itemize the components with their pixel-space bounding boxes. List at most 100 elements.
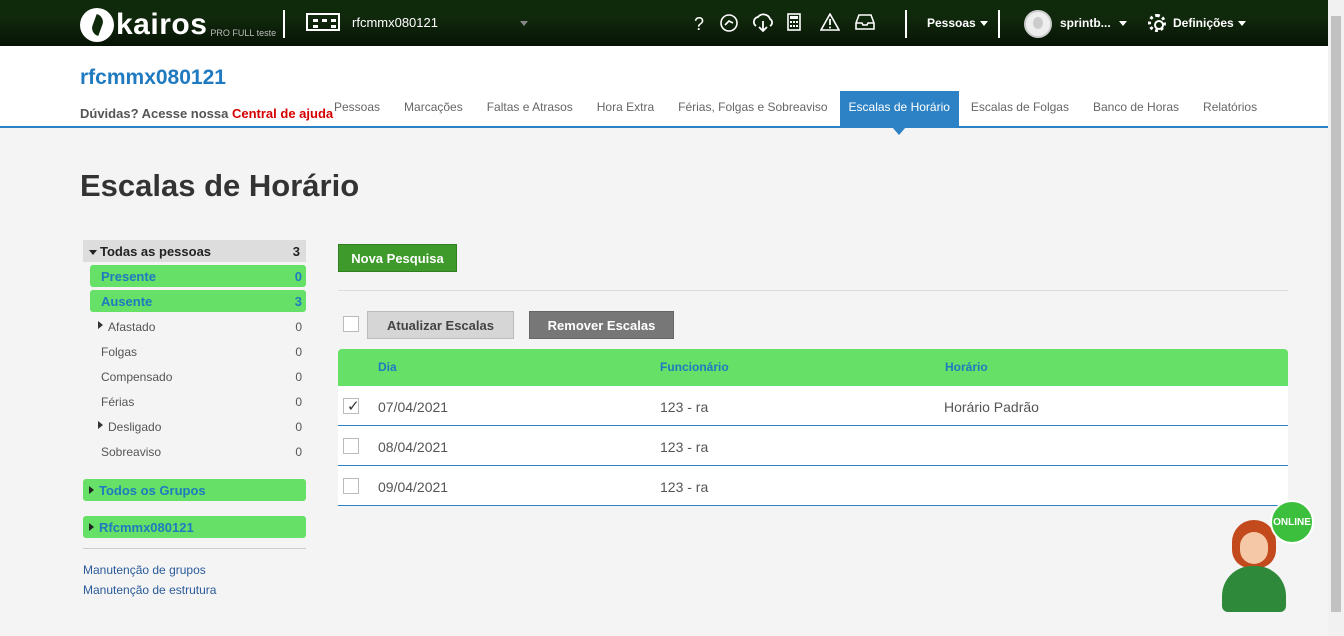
settings-menu-label: Definições [1173, 16, 1234, 30]
all-people-label: Todas as pessoas [89, 244, 211, 259]
sidebar-item-desligado[interactable]: Desligado 0 [83, 414, 306, 439]
table-row[interactable]: ✓ 07/04/2021 123 - ra Horário Padrão [338, 386, 1288, 426]
gear-icon[interactable] [1148, 14, 1166, 32]
manage-structure-link[interactable]: Manutenção de estrutura [83, 583, 306, 597]
caret-right-icon [98, 320, 103, 329]
table-row[interactable]: 08/04/2021 123 - ra [338, 426, 1288, 466]
sidebar-item-label: Afastado [98, 320, 155, 334]
row-checkbox[interactable]: ✓ [343, 398, 360, 415]
sidebar-item-absent[interactable]: Ausente 3 [90, 290, 306, 312]
chevron-down-icon [1118, 20, 1127, 26]
chat-icon[interactable] [718, 13, 740, 35]
sidebar-item-count: 0 [295, 319, 302, 334]
nav-ferias-folgas[interactable]: Férias, Folgas e Sobreaviso [666, 91, 839, 126]
nav-escalas-horario[interactable]: Escalas de Horário [839, 91, 959, 135]
column-header-schedule[interactable]: Horário [945, 360, 988, 374]
caret-right-icon [89, 486, 94, 494]
warning-icon[interactable] [819, 12, 841, 35]
group-company-label: Rfcmmx080121 [99, 519, 194, 535]
online-support-widget[interactable]: ONLINE [1218, 500, 1318, 618]
row-checkbox[interactable] [343, 478, 359, 494]
sidebar-item-sobreaviso[interactable]: Sobreaviso 0 [83, 439, 306, 464]
new-search-button[interactable]: Nova Pesquisa [338, 244, 457, 272]
select-all-checkbox[interactable] [343, 316, 359, 332]
nav-relatorios[interactable]: Relatórios [1191, 91, 1269, 126]
cloud-download-icon[interactable] [751, 13, 773, 35]
all-people-count: 3 [292, 243, 300, 259]
people-menu-label: Pessoas [927, 16, 976, 30]
sidebar-item-label: Compensado [101, 369, 173, 384]
sidebar-item-ferias[interactable]: Férias 0 [83, 389, 306, 414]
company-title: rfcmmx080121 [80, 66, 226, 89]
sidebar-item-afastado[interactable]: Afastado 0 [83, 314, 306, 339]
row-schedule: Horário Padrão [944, 399, 1039, 415]
sidebar-item-folgas[interactable]: Folgas 0 [83, 339, 306, 364]
sidebar-item-label: Folgas [101, 344, 138, 359]
nav-escalas-folgas[interactable]: Escalas de Folgas [959, 91, 1081, 126]
sidebar-group-company[interactable]: Rfcmmx080121 [83, 516, 306, 538]
nav-pessoas[interactable]: Pessoas [322, 91, 392, 126]
present-label: Presente [101, 268, 156, 284]
main-nav: Pessoas Marcações Faltas e Atrasos Hora … [322, 91, 1269, 135]
all-groups-label: Todos os Grupos [99, 482, 206, 498]
settings-menu[interactable]: Definições [1173, 16, 1246, 30]
calculator-icon[interactable] [783, 13, 805, 35]
help-center-link[interactable]: Central de ajuda [232, 106, 333, 121]
sidebar-item-present[interactable]: Presente 0 [90, 265, 306, 287]
sidebar-item-compensado[interactable]: Compensado 0 [83, 364, 306, 389]
table-header: Dia Funcionário Horário [338, 349, 1288, 386]
divider [998, 10, 1000, 38]
column-header-day[interactable]: Dia [378, 360, 397, 374]
user-menu[interactable]: sprintb... [1060, 16, 1127, 30]
divider [83, 548, 306, 549]
scrollbar[interactable] [1328, 0, 1344, 636]
manage-groups-link[interactable]: Manutenção de grupos [83, 563, 306, 577]
building-icon [306, 13, 340, 31]
sidebar-item-count: 0 [295, 344, 302, 359]
nav-faltas-atrasos[interactable]: Faltas e Atrasos [475, 91, 585, 126]
table-row[interactable]: 09/04/2021 123 - ra [338, 466, 1288, 506]
remove-schedules-button[interactable]: Remover Escalas [529, 311, 674, 339]
chevron-down-icon[interactable] [520, 21, 528, 26]
divider [338, 290, 1288, 291]
agent-body [1222, 566, 1286, 612]
people-menu[interactable]: Pessoas [927, 16, 988, 30]
top-bar: kairos PRO FULL teste rfcmmx080121 ? Pes… [0, 0, 1328, 46]
present-count: 0 [294, 268, 302, 284]
row-employee: 123 - ra [660, 479, 709, 495]
avatar[interactable] [1024, 10, 1052, 38]
company-name: rfcmmx080121 [352, 14, 438, 30]
row-day: 07/04/2021 [378, 399, 449, 415]
sidebar: Todas as pessoas 3 Presente 0 Ausente 3 … [83, 240, 306, 597]
row-checkbox[interactable] [343, 438, 359, 454]
company-selector[interactable]: rfcmmx080121 [306, 13, 438, 31]
nav-marcacoes[interactable]: Marcações [392, 91, 475, 126]
user-name: sprintb... [1060, 16, 1111, 30]
sidebar-item-label: Desligado [98, 420, 161, 434]
absent-label: Ausente [101, 293, 153, 309]
help-text-label: Dúvidas? Acesse nossa [80, 106, 232, 121]
caret-down-icon [89, 249, 97, 255]
nav-hora-extra[interactable]: Hora Extra [585, 91, 666, 126]
help-icon[interactable]: ? [688, 13, 710, 35]
column-header-employee[interactable]: Funcionário [660, 360, 729, 374]
divider [905, 10, 907, 38]
help-text: Dúvidas? Acesse nossa Central de ajuda [80, 106, 333, 121]
schedules-table: Dia Funcionário Horário ✓ 07/04/2021 123… [338, 349, 1288, 506]
row-employee: 123 - ra [660, 439, 709, 455]
sidebar-status-list: Afastado 0 Folgas 0 Compensado 0 Férias … [83, 314, 306, 464]
checkmark-icon: ✓ [347, 398, 360, 415]
kairos-logo[interactable]: kairos PRO FULL teste [80, 4, 276, 42]
sidebar-item-count: 0 [295, 419, 302, 434]
online-badge: ONLINE [1270, 500, 1314, 544]
nav-banco-horas[interactable]: Banco de Horas [1081, 91, 1191, 126]
scrollbar-thumb[interactable] [1331, 16, 1341, 612]
sidebar-all-people[interactable]: Todas as pessoas 3 [83, 240, 306, 262]
row-day: 09/04/2021 [378, 479, 449, 495]
chevron-down-icon [1237, 20, 1246, 26]
agent-face [1240, 532, 1268, 564]
inbox-icon[interactable] [854, 13, 876, 35]
sidebar-all-groups[interactable]: Todos os Grupos [83, 479, 306, 501]
update-schedules-button[interactable]: Atualizar Escalas [367, 311, 514, 339]
logo-subtitle: PRO FULL teste [210, 28, 277, 38]
